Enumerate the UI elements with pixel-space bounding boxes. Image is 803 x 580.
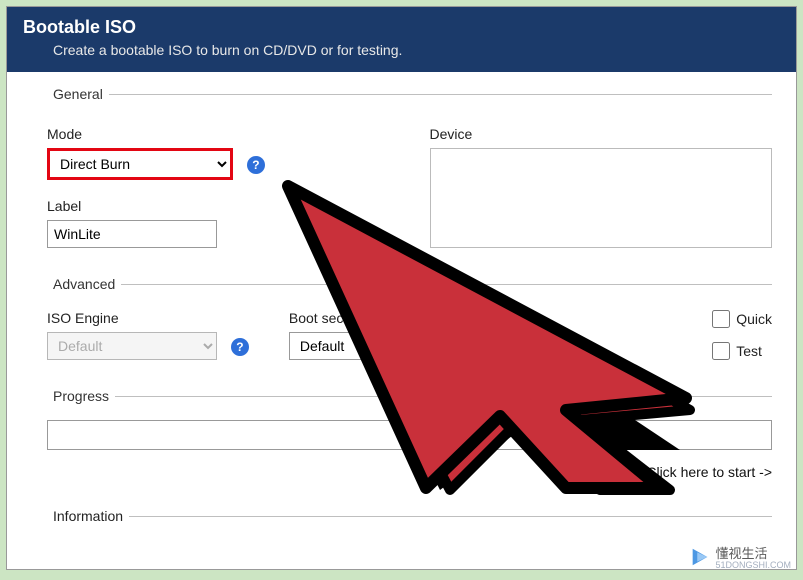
progress-legend: Progress	[47, 388, 115, 404]
help-icon[interactable]: ?	[231, 338, 249, 356]
advanced-group: Advanced ISO Engine Default ? Boot secto…	[47, 276, 772, 378]
boot-sector-select[interactable]: Default	[289, 332, 429, 360]
mode-select[interactable]: Direct Burn	[50, 151, 230, 177]
page-subtitle: Create a bootable ISO to burn on CD/DVD …	[23, 42, 780, 58]
progress-group: Progress Click here to start ->	[47, 388, 772, 498]
device-label: Device	[430, 126, 773, 142]
quick-input[interactable]	[712, 310, 730, 328]
title-bar: Bootable ISO Create a bootable ISO to bu…	[7, 7, 796, 72]
start-link[interactable]: Click here to start ->	[47, 464, 772, 480]
iso-engine-label: ISO Engine	[47, 310, 249, 326]
help-icon[interactable]: ?	[247, 156, 265, 174]
device-list[interactable]	[430, 148, 773, 248]
watermark-url: 51DONGSHI.COM	[715, 560, 791, 570]
information-legend: Information	[47, 508, 129, 524]
advanced-legend: Advanced	[47, 276, 121, 292]
progress-bar	[47, 420, 772, 450]
iso-engine-select: Default	[47, 332, 217, 360]
test-input[interactable]	[712, 342, 730, 360]
mode-label: Mode	[47, 126, 390, 142]
app-window: Bootable ISO Create a bootable ISO to bu…	[6, 6, 797, 570]
boot-sector-label: Boot sector	[289, 310, 461, 326]
general-legend: General	[47, 86, 109, 102]
help-icon[interactable]: ?	[443, 338, 461, 356]
play-icon	[689, 546, 711, 568]
page-title: Bootable ISO	[23, 17, 780, 38]
label-label: Label	[47, 198, 390, 214]
content-area: General Mode Direct Burn ? Label Device	[7, 72, 796, 535]
information-group: Information	[47, 516, 772, 535]
general-group: General Mode Direct Burn ? Label Device	[47, 86, 772, 266]
verify-input[interactable]	[501, 342, 519, 360]
quick-checkbox[interactable]: Quick	[712, 310, 772, 328]
verify-checkbox[interactable]: Verify	[501, 342, 560, 360]
watermark: 懂视生活 51DONGSHI.COM	[689, 543, 791, 570]
label-input[interactable]	[47, 220, 217, 248]
mode-highlight: Direct Burn	[47, 148, 233, 180]
test-checkbox[interactable]: Test	[712, 342, 772, 360]
